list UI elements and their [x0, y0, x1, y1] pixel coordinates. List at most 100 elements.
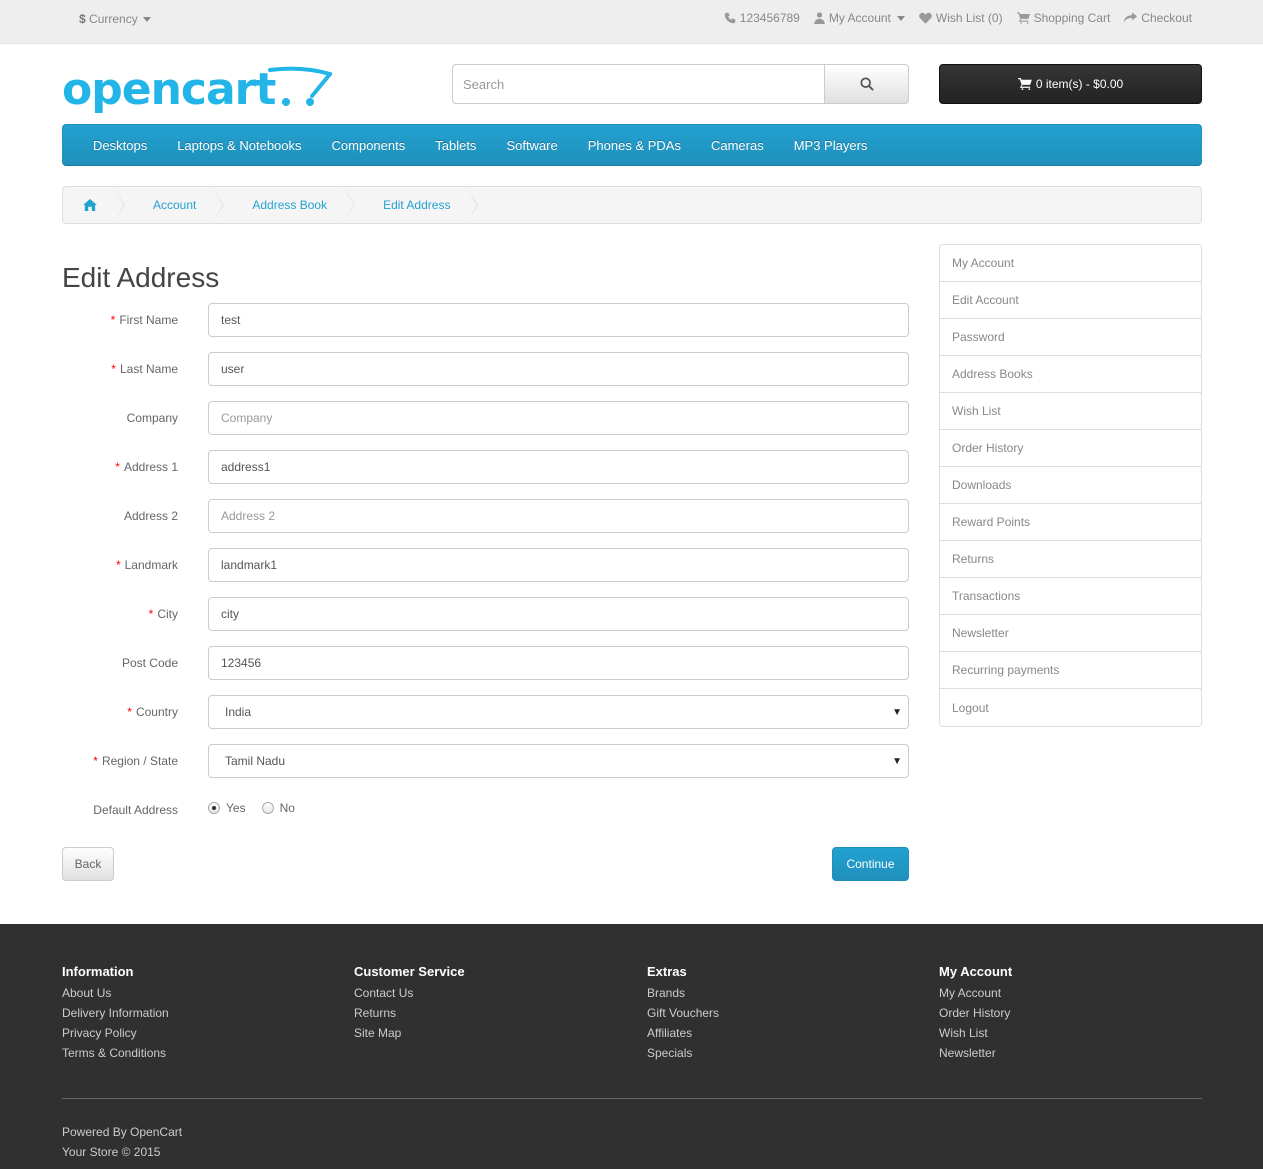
footer-link-wish-list[interactable]: Wish List — [939, 1026, 1012, 1046]
account-sidebar: My Account Edit Account Password Address… — [939, 244, 1202, 727]
default-no-label: No — [279, 801, 295, 815]
sidebar-item-edit-account[interactable]: Edit Account — [940, 282, 1201, 319]
shopping-cart-link[interactable]: Shopping Cart — [1016, 11, 1111, 25]
default-address-label: Default Address — [93, 803, 178, 817]
footer-link-specials[interactable]: Specials — [647, 1046, 719, 1066]
footer-divider — [62, 1098, 1202, 1099]
menu-item-laptops-notebooks[interactable]: Laptops & Notebooks — [162, 138, 316, 153]
required-asterisk: * — [111, 362, 116, 376]
my-account-label: My Account — [828, 11, 891, 25]
first-name-field[interactable] — [208, 303, 909, 337]
sidebar-item-my-account[interactable]: My Account — [940, 245, 1201, 282]
continue-button[interactable]: Continue — [832, 847, 909, 881]
currency-label: Currency — [89, 12, 138, 26]
search-button[interactable] — [824, 64, 909, 104]
postcode-label: Post Code — [121, 656, 178, 670]
top-bar: $ Currency 123456789 My Account Wish Lis… — [0, 0, 1263, 44]
default-no-option[interactable]: No — [261, 801, 295, 815]
landmark-field[interactable] — [208, 548, 909, 582]
sidebar-item-downloads[interactable]: Downloads — [940, 467, 1201, 504]
user-icon — [814, 12, 825, 24]
footer-link-terms-conditions[interactable]: Terms & Conditions — [62, 1046, 169, 1066]
sidebar-item-newsletter[interactable]: Newsletter — [940, 615, 1201, 652]
wish-list-link[interactable]: Wish List (0) — [919, 11, 1003, 25]
last-name-label: * Last Name — [111, 362, 178, 376]
main-menu: Desktops Laptops & Notebooks Components … — [62, 124, 1202, 166]
back-button[interactable]: Back — [62, 847, 114, 881]
footer-link-contact-us[interactable]: Contact Us — [354, 986, 465, 1006]
default-address-row: Default Address Yes No — [62, 793, 909, 827]
footer-column-extras: Extras Brands Gift Vouchers Affiliates S… — [647, 964, 719, 1066]
required-asterisk: * — [127, 705, 132, 719]
breadcrumb-edit-address[interactable]: Edit Address — [353, 187, 479, 223]
address-2-field[interactable] — [208, 499, 909, 533]
default-yes-label: Yes — [226, 801, 246, 815]
breadcrumb-address-book[interactable]: Address Book — [222, 187, 355, 223]
last-name-field[interactable] — [208, 352, 909, 386]
breadcrumb-account[interactable]: Account — [123, 187, 225, 223]
menu-item-cameras[interactable]: Cameras — [696, 138, 779, 153]
company-field[interactable] — [208, 401, 909, 435]
menu-item-components[interactable]: Components — [317, 138, 421, 153]
footer-column-customer-service: Customer Service Contact Us Returns Site… — [354, 964, 465, 1046]
footer-link-about-us[interactable]: About Us — [62, 986, 169, 1006]
sidebar-item-order-history[interactable]: Order History — [940, 430, 1201, 467]
cart-button[interactable]: 0 item(s) - $0.00 — [939, 64, 1202, 104]
currency-dropdown[interactable]: $ Currency — [79, 12, 152, 26]
sidebar-item-password[interactable]: Password — [940, 319, 1201, 356]
region-select[interactable]: Tamil Nadu ▼ — [208, 744, 909, 778]
footer-column-my-account: My Account My Account Order History Wish… — [939, 964, 1012, 1066]
footer-link-privacy-policy[interactable]: Privacy Policy — [62, 1026, 169, 1046]
share-arrow-icon — [1124, 12, 1138, 23]
footer-link-newsletter[interactable]: Newsletter — [939, 1046, 1012, 1066]
country-selected-value: India — [225, 705, 252, 719]
default-yes-radio[interactable] — [208, 802, 220, 814]
my-account-dropdown[interactable]: My Account — [814, 11, 905, 25]
footer-link-my-account[interactable]: My Account — [939, 986, 1012, 1006]
sidebar-item-returns[interactable]: Returns — [940, 541, 1201, 578]
footer-link-returns[interactable]: Returns — [354, 1006, 465, 1026]
opencart-logo[interactable]: opencart — [62, 62, 334, 115]
footer-link-gift-vouchers[interactable]: Gift Vouchers — [647, 1006, 719, 1026]
postcode-field[interactable] — [208, 646, 909, 680]
footer-column-information: Information About Us Delivery Informatio… — [62, 964, 169, 1066]
menu-item-tablets[interactable]: Tablets — [420, 138, 491, 153]
city-label: * City — [148, 607, 178, 621]
required-asterisk: * — [115, 460, 120, 474]
heart-icon — [919, 12, 932, 24]
menu-item-software[interactable]: Software — [491, 138, 572, 153]
city-field[interactable] — [208, 597, 909, 631]
menu-item-desktops[interactable]: Desktops — [78, 138, 162, 153]
phone-link[interactable]: 123456789 — [724, 11, 800, 25]
sidebar-item-wish-list[interactable]: Wish List — [940, 393, 1201, 430]
sidebar-item-reward-points[interactable]: Reward Points — [940, 504, 1201, 541]
sidebar-item-transactions[interactable]: Transactions — [940, 578, 1201, 615]
shopping-cart-label: Shopping Cart — [1033, 11, 1111, 25]
footer-heading: Extras — [647, 964, 687, 979]
footer-link-affiliates[interactable]: Affiliates — [647, 1026, 719, 1046]
required-asterisk: * — [110, 313, 116, 327]
default-yes-option[interactable]: Yes — [208, 801, 246, 815]
default-no-radio[interactable] — [261, 802, 274, 814]
address-1-field[interactable] — [208, 450, 909, 484]
last-name-row: * Last Name — [62, 352, 909, 386]
checkout-link[interactable]: Checkout — [1124, 11, 1192, 25]
footer-link-delivery-information[interactable]: Delivery Information — [62, 1006, 169, 1026]
phone-number: 123456789 — [739, 11, 800, 25]
search-input[interactable] — [452, 64, 824, 104]
opencart-link[interactable]: OpenCart — [130, 1125, 182, 1139]
breadcrumb-home[interactable] — [63, 187, 125, 223]
menu-item-phones-pdas[interactable]: Phones & PDAs — [573, 138, 696, 153]
sidebar-item-recurring-payments[interactable]: Recurring payments — [940, 652, 1201, 689]
breadcrumb: Account Address Book Edit Address — [62, 186, 1202, 224]
menu-item-mp3-players[interactable]: MP3 Players — [779, 138, 883, 153]
address-2-row: Address 2 — [62, 499, 909, 533]
footer-link-order-history[interactable]: Order History — [939, 1006, 1012, 1026]
sidebar-item-address-books[interactable]: Address Books — [940, 356, 1201, 393]
footer: Information About Us Delivery Informatio… — [0, 924, 1263, 1169]
footer-link-site-map[interactable]: Site Map — [354, 1026, 465, 1046]
address-2-label: Address 2 — [123, 509, 178, 523]
country-select[interactable]: India ▼ — [208, 695, 909, 729]
footer-link-brands[interactable]: Brands — [647, 986, 719, 1006]
sidebar-item-logout[interactable]: Logout — [940, 689, 1201, 726]
